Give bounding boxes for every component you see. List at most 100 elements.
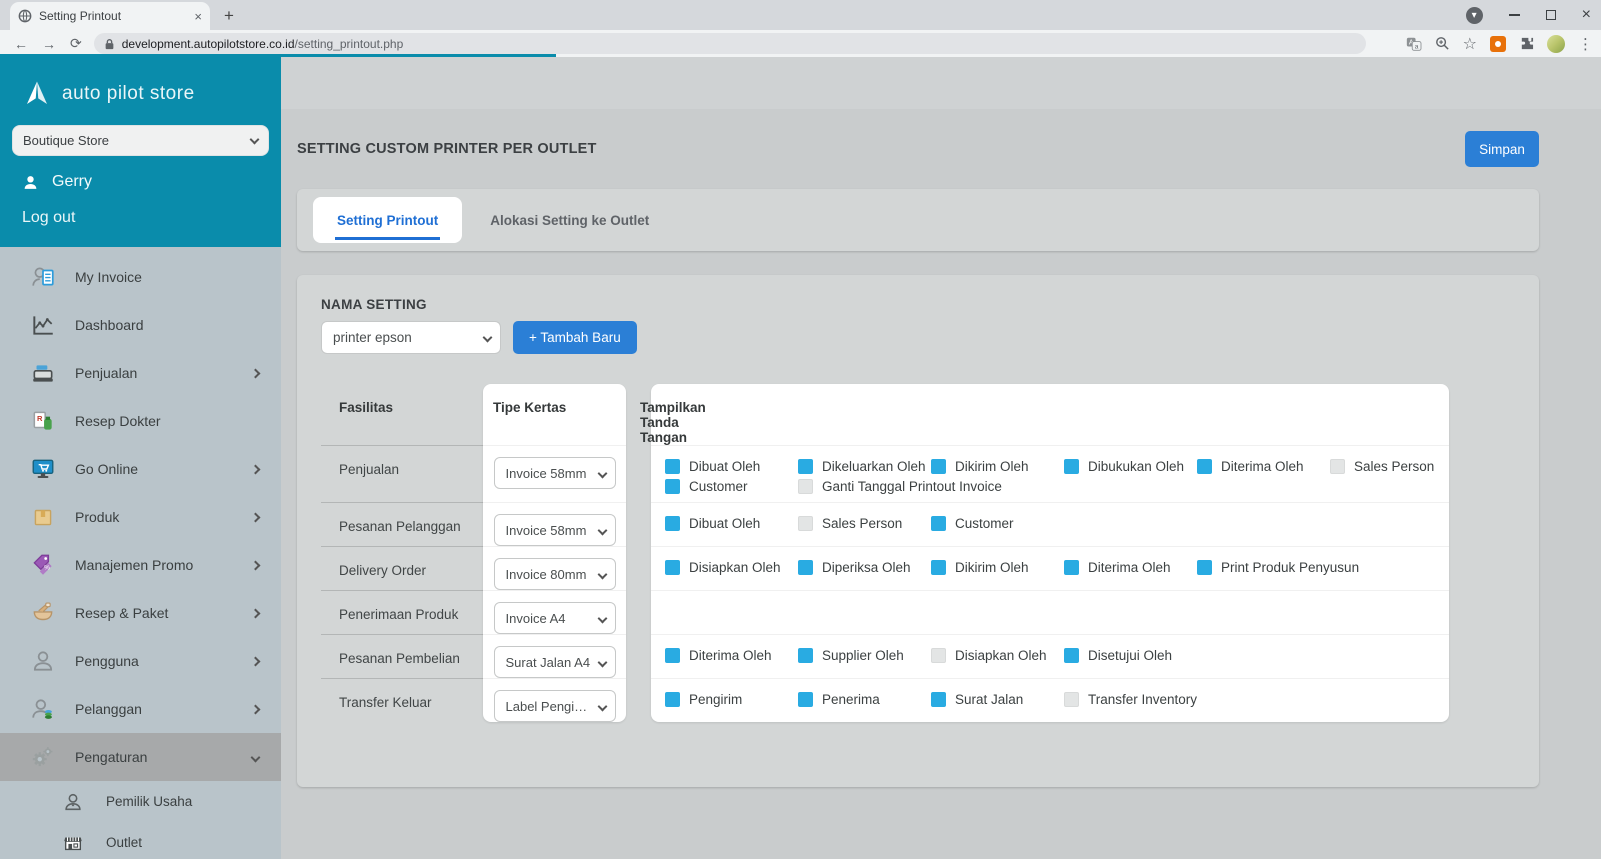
add-new-button[interactable]: + Tambah Baru bbox=[513, 321, 637, 354]
checkbox-unchecked[interactable] bbox=[931, 648, 946, 663]
sidebar-subitem-outlet[interactable]: Outlet bbox=[0, 822, 281, 859]
signature-option: Dibukukan Oleh bbox=[1064, 459, 1197, 474]
browser-tab[interactable]: Setting Printout × bbox=[10, 2, 210, 30]
checkbox-checked[interactable] bbox=[931, 560, 946, 575]
table-row: Transfer KeluarLabel PengirimanPengirimP… bbox=[321, 678, 1451, 722]
user-name: Gerry bbox=[52, 173, 92, 191]
top-strip bbox=[281, 57, 1601, 109]
browser-menu-icon[interactable]: ⋮ bbox=[1578, 35, 1593, 53]
sidebar-item-penjualan[interactable]: Penjualan bbox=[0, 349, 281, 397]
paper-type-select[interactable]: Invoice 58mm bbox=[494, 514, 616, 546]
checkbox-checked[interactable] bbox=[798, 692, 813, 707]
paper-plane-logo-icon bbox=[22, 79, 52, 109]
signature-option-label: Dibukukan Oleh bbox=[1088, 459, 1184, 474]
sidebar-item-label: My Invoice bbox=[75, 269, 142, 285]
checkbox-unchecked[interactable] bbox=[1330, 459, 1345, 474]
brand-name: auto pilot store bbox=[62, 83, 195, 105]
sidebar-item-pelanggan[interactable]: Pelanggan bbox=[0, 685, 281, 733]
save-button[interactable]: Simpan bbox=[1465, 131, 1539, 167]
signature-option-label: Dibuat Oleh bbox=[689, 516, 760, 531]
sidebar-item-pengguna[interactable]: Pengguna bbox=[0, 637, 281, 685]
signature-option-label: Pengirim bbox=[689, 692, 742, 707]
translate-icon[interactable]: A a bbox=[1406, 37, 1422, 51]
checkbox-unchecked[interactable] bbox=[798, 479, 813, 494]
sidebar-item-resep-paket[interactable]: Resep & Paket bbox=[0, 589, 281, 637]
back-icon[interactable]: ← bbox=[14, 36, 28, 52]
checkbox-checked[interactable] bbox=[931, 459, 946, 474]
address-bar[interactable]: development.autopilotstore.co.id/setting… bbox=[94, 33, 1366, 54]
extensions-puzzle-icon[interactable] bbox=[1519, 36, 1534, 51]
sidebar-item-label: Resep & Paket bbox=[75, 605, 168, 621]
signature-option: Disiapkan Oleh bbox=[665, 560, 798, 575]
sidebar-item-dashboard[interactable]: Dashboard bbox=[0, 301, 281, 349]
reload-icon[interactable]: ⟳ bbox=[70, 35, 82, 52]
window-minimize-button[interactable] bbox=[1509, 14, 1520, 16]
checkbox-checked[interactable] bbox=[931, 692, 946, 707]
sidebar-item-go-online[interactable]: Go Online bbox=[0, 445, 281, 493]
tabs-bar: Setting Printout Alokasi Setting ke Outle… bbox=[297, 189, 1539, 251]
checkbox-checked[interactable] bbox=[798, 459, 813, 474]
browser-update-icon[interactable]: ▾ bbox=[1466, 7, 1483, 24]
signature-option: Customer bbox=[665, 479, 798, 494]
sidebar-item-label: Pengguna bbox=[75, 653, 139, 669]
new-tab-button[interactable]: + bbox=[224, 6, 234, 26]
orange-extension-icon[interactable] bbox=[1490, 36, 1506, 52]
facility-name: Pesanan Pembelian bbox=[321, 634, 483, 678]
sidebar-item-resep-dokter[interactable]: RResep Dokter bbox=[0, 397, 281, 445]
checkbox-checked[interactable] bbox=[665, 516, 680, 531]
signature-option-label: Ganti Tanggal Printout Invoice bbox=[822, 479, 1002, 494]
checkbox-checked[interactable] bbox=[798, 560, 813, 575]
paper-type-column-header: Tipe Kertas bbox=[483, 384, 626, 445]
sidebar-item-manajemen-promo[interactable]: %Manajemen Promo bbox=[0, 541, 281, 589]
checkbox-unchecked[interactable] bbox=[798, 516, 813, 531]
setting-name-label: NAMA SETTING bbox=[321, 297, 1539, 312]
checkbox-checked[interactable] bbox=[1064, 560, 1079, 575]
sidebar-item-pengaturan[interactable]: Pengaturan bbox=[0, 733, 281, 781]
paper-type-select[interactable]: Label Pengiriman bbox=[494, 690, 616, 722]
checkbox-checked[interactable] bbox=[665, 692, 680, 707]
checkbox-checked[interactable] bbox=[1064, 459, 1079, 474]
checkbox-checked[interactable] bbox=[665, 648, 680, 663]
tab-alokasi-setting-ke-outlet[interactable]: Alokasi Setting ke Outlet bbox=[490, 213, 649, 228]
checkbox-checked[interactable] bbox=[1197, 560, 1212, 575]
bookmark-star-icon[interactable]: ☆ bbox=[1463, 34, 1477, 54]
setting-name-select[interactable]: printer epson bbox=[321, 321, 501, 354]
checkbox-checked[interactable] bbox=[798, 648, 813, 663]
signature-option: Dikirim Oleh bbox=[931, 459, 1064, 474]
browser-chrome: Setting Printout × + ▾ × ← → ⟳ developme… bbox=[0, 0, 1601, 57]
zoom-icon[interactable] bbox=[1435, 36, 1450, 51]
checkbox-checked[interactable] bbox=[665, 560, 680, 575]
signature-option-label: Diperiksa Oleh bbox=[822, 560, 911, 575]
store-selector[interactable]: Boutique Store bbox=[12, 125, 269, 156]
sidebar-subitem-pemilik-usaha[interactable]: Pemilik Usaha bbox=[0, 781, 281, 822]
sidebar-item-produk[interactable]: Produk bbox=[0, 493, 281, 541]
column-gap bbox=[626, 678, 651, 722]
paper-type-select[interactable]: Invoice A4 bbox=[494, 602, 616, 634]
paper-type-select[interactable]: Invoice 80mm bbox=[494, 558, 616, 590]
tab-close-icon[interactable]: × bbox=[194, 9, 202, 24]
window-maximize-button[interactable] bbox=[1546, 10, 1556, 20]
checkbox-unchecked[interactable] bbox=[1064, 692, 1079, 707]
signature-option: Print Produk Penyusun bbox=[1197, 560, 1330, 575]
chevron-right-icon bbox=[251, 608, 261, 618]
tab-setting-printout[interactable]: Setting Printout bbox=[313, 197, 462, 243]
sidebar-item-my-invoice[interactable]: My Invoice bbox=[0, 253, 281, 301]
active-tab-label: Setting Printout bbox=[335, 201, 440, 240]
paper-type-select[interactable]: Surat Jalan A4 bbox=[494, 646, 616, 678]
checkbox-checked[interactable] bbox=[665, 479, 680, 494]
signature-option: Diperiksa Oleh bbox=[798, 560, 931, 575]
paper-type-select[interactable]: Invoice 58mm bbox=[494, 457, 616, 489]
browser-tab-strip: Setting Printout × + ▾ × bbox=[0, 0, 1601, 30]
checkbox-checked[interactable] bbox=[1064, 648, 1079, 663]
window-close-button[interactable]: × bbox=[1582, 7, 1591, 23]
checkbox-checked[interactable] bbox=[665, 459, 680, 474]
signature-option: Sales Person bbox=[798, 516, 931, 531]
checkbox-checked[interactable] bbox=[931, 516, 946, 531]
checkbox-checked[interactable] bbox=[1197, 459, 1212, 474]
profile-avatar[interactable] bbox=[1547, 35, 1565, 53]
forward-icon[interactable]: → bbox=[42, 36, 56, 52]
sidebar-item-label: Dashboard bbox=[75, 317, 144, 333]
mortar-icon bbox=[30, 600, 56, 626]
logout-link[interactable]: Log out bbox=[12, 195, 269, 233]
signature-option-label: Disetujui Oleh bbox=[1088, 648, 1172, 663]
